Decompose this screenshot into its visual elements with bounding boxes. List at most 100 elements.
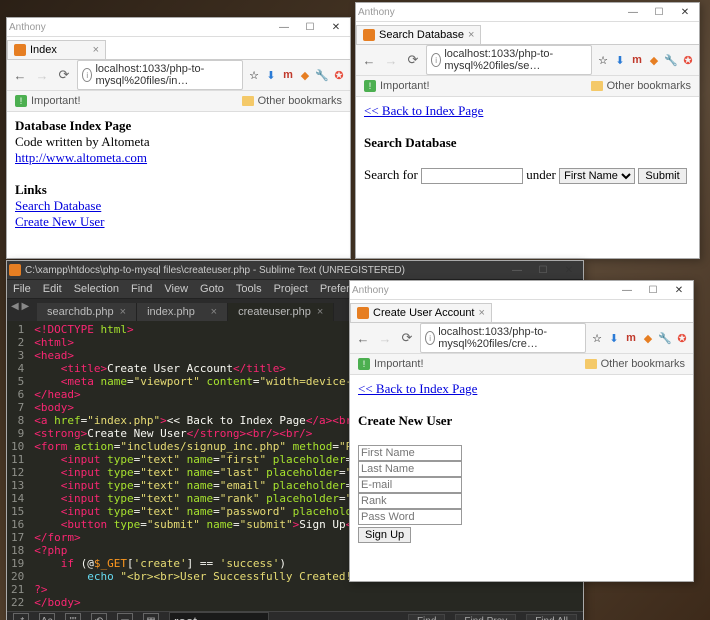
submit-button[interactable]: Submit (638, 168, 686, 184)
forward-button[interactable]: → (33, 66, 51, 84)
star-icon[interactable]: ☆ (596, 53, 610, 67)
link-search-db[interactable]: Search Database (15, 198, 101, 213)
close-button[interactable]: ✕ (324, 20, 348, 34)
last-name-input[interactable] (358, 461, 462, 477)
tab-close-icon[interactable]: × (479, 307, 485, 319)
back-button[interactable]: ← (354, 329, 372, 347)
bm-other[interactable]: Other bookmarks (607, 80, 691, 92)
password-input[interactable] (358, 509, 462, 525)
menu-tools[interactable]: Tools (236, 283, 262, 295)
url-input[interactable]: i localhost:1033/php-to-mysql%20files/in… (77, 60, 243, 90)
diamond-ext-icon[interactable]: ◆ (641, 331, 655, 345)
m-ext-icon[interactable]: m (624, 331, 638, 345)
maximize-button[interactable]: ☐ (641, 283, 665, 297)
close-button[interactable]: ✕ (673, 5, 697, 19)
maximize-button[interactable]: ☐ (647, 5, 671, 19)
back-button[interactable]: ← (11, 66, 29, 84)
gear-ext-icon[interactable]: ✪ (332, 68, 346, 82)
menu-selection[interactable]: Selection (74, 283, 119, 295)
bm-other[interactable]: Other bookmarks (258, 95, 342, 107)
browser-tab[interactable]: Create User Account × (350, 303, 492, 322)
search-input[interactable] (421, 168, 523, 184)
word-icon[interactable]: "" (65, 613, 81, 620)
menu-find[interactable]: Find (131, 283, 152, 295)
wrench-ext-icon[interactable]: 🔧 (315, 68, 329, 82)
wrap-icon[interactable]: ⟲ (91, 613, 107, 620)
back-button[interactable]: ← (360, 51, 378, 69)
find-button[interactable]: Find (408, 614, 445, 620)
minimize-button[interactable]: — (272, 20, 296, 34)
field-select[interactable]: First Name (559, 168, 635, 184)
reload-button[interactable]: ⟳ (398, 329, 416, 347)
browser-tab[interactable]: Search Database × (356, 25, 481, 44)
download-icon[interactable]: ⬇ (607, 331, 621, 345)
email-input[interactable] (358, 477, 462, 493)
maximize-button[interactable]: ☐ (531, 263, 555, 277)
editor-tab-index[interactable]: index.php× (137, 303, 228, 321)
close-button[interactable]: ✕ (557, 263, 581, 277)
tab-close-icon[interactable]: × (211, 306, 217, 318)
tab-close-icon[interactable]: × (317, 306, 323, 318)
minimize-button[interactable]: — (505, 263, 529, 277)
first-name-input[interactable] (358, 445, 462, 461)
bm-important[interactable]: Important! (380, 80, 430, 92)
menu-edit[interactable]: Edit (43, 283, 62, 295)
page-content: Database Index Page Code written by Alto… (7, 112, 350, 236)
minimize-button[interactable]: — (621, 5, 645, 19)
highlight-icon[interactable]: ▦ (143, 613, 159, 620)
user-label: Anthony (9, 22, 46, 33)
link-back[interactable]: << Back to Index Page (358, 381, 477, 396)
wrench-ext-icon[interactable]: 🔧 (658, 331, 672, 345)
m-ext-icon[interactable]: m (630, 53, 644, 67)
tab-close-icon[interactable]: × (468, 29, 474, 41)
link-back[interactable]: << Back to Index Page (364, 103, 483, 118)
menu-goto[interactable]: Goto (200, 283, 224, 295)
reload-button[interactable]: ⟳ (55, 66, 73, 84)
forward-button[interactable]: → (376, 329, 394, 347)
reload-button[interactable]: ⟳ (404, 51, 422, 69)
bm-important[interactable]: Important! (374, 358, 424, 370)
link-altometa[interactable]: http://www.altometa.com (15, 150, 147, 165)
url-input[interactable]: i localhost:1033/php-to-mysql%20files/cr… (420, 323, 586, 353)
tab-arrows[interactable]: ◀ ▶ (11, 301, 29, 312)
menu-project[interactable]: Project (274, 283, 308, 295)
favicon-icon (357, 307, 369, 319)
bm-other[interactable]: Other bookmarks (601, 358, 685, 370)
menu-view[interactable]: View (164, 283, 188, 295)
diamond-ext-icon[interactable]: ◆ (647, 53, 661, 67)
wrench-ext-icon[interactable]: 🔧 (664, 53, 678, 67)
find-all-button[interactable]: Find All (526, 614, 577, 620)
editor-tab-searchdb[interactable]: searchdb.php× (37, 303, 137, 321)
close-button[interactable]: ✕ (667, 283, 691, 297)
tab-close-icon[interactable]: × (93, 44, 99, 56)
star-icon[interactable]: ☆ (247, 68, 261, 82)
info-icon: i (82, 68, 92, 82)
gear-ext-icon[interactable]: ✪ (675, 331, 689, 345)
menu-file[interactable]: File (13, 283, 31, 295)
sel-icon[interactable]: ▭ (117, 613, 133, 620)
diamond-ext-icon[interactable]: ◆ (298, 68, 312, 82)
url-input[interactable]: i localhost:1033/php-to-mysql%20files/se… (426, 45, 592, 75)
find-input[interactable] (169, 612, 269, 620)
minimize-button[interactable]: — (615, 283, 639, 297)
link-create-user[interactable]: Create New User (15, 214, 105, 229)
browser-tab[interactable]: Index × (7, 40, 106, 59)
forward-button[interactable]: → (382, 51, 400, 69)
editor-tab-createuser[interactable]: createuser.php× (228, 303, 334, 321)
tab-title: Create User Account (373, 307, 475, 319)
bm-important[interactable]: Important! (31, 95, 81, 107)
rank-input[interactable] (358, 493, 462, 509)
star-icon[interactable]: ☆ (590, 331, 604, 345)
info-icon: i (425, 331, 435, 345)
download-icon[interactable]: ⬇ (613, 53, 627, 67)
gear-ext-icon[interactable]: ✪ (681, 53, 695, 67)
tab-close-icon[interactable]: × (120, 306, 126, 318)
regex-icon[interactable]: .* (13, 613, 29, 620)
case-icon[interactable]: Aa (39, 613, 55, 620)
m-ext-icon[interactable]: m (281, 68, 295, 82)
download-icon[interactable]: ⬇ (264, 68, 278, 82)
signup-button[interactable]: Sign Up (358, 527, 411, 543)
find-prev-button[interactable]: Find Prev (455, 614, 516, 620)
maximize-button[interactable]: ☐ (298, 20, 322, 34)
address-bar: ← → ⟳ i localhost:1033/php-to-mysql%20fi… (350, 323, 693, 354)
